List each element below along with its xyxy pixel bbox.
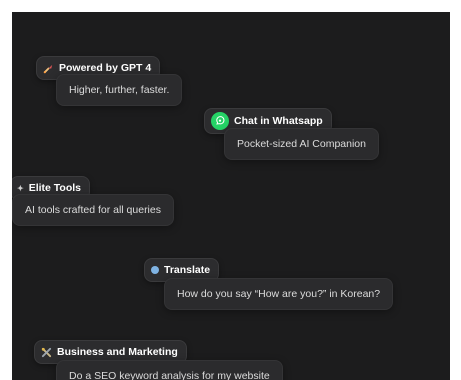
prompt-text: Higher, further, faster. xyxy=(69,84,170,96)
prompt-text: Pocket-sized AI Companion xyxy=(237,138,366,150)
rocket-icon xyxy=(43,63,54,74)
prompt-bubble[interactable]: Pocket-sized AI Companion xyxy=(224,128,379,160)
prompt-text: AI tools crafted for all queries xyxy=(25,204,161,216)
tag-label: Translate xyxy=(164,264,211,276)
tag-label: Elite Tools xyxy=(28,182,82,194)
tag-label: Powered by GPT 4 xyxy=(59,62,152,74)
sparkle-icon: ✦ xyxy=(17,183,24,193)
prompt-bubble[interactable]: Do a SEO keyword analysis for my website xyxy=(56,360,283,380)
prompt-bubble[interactable]: Higher, further, faster. xyxy=(56,74,183,106)
tag-label: Chat in Whatsapp xyxy=(234,115,323,127)
prompt-showcase: Powered by GPT 4 Higher, further, faster… xyxy=(12,12,450,380)
prompt-bubble[interactable]: AI tools crafted for all queries xyxy=(12,194,174,226)
globe-icon xyxy=(151,266,159,274)
tools-icon xyxy=(41,347,52,358)
prompt-text: How do you say “How are you?” in Korean? xyxy=(177,288,381,300)
prompt-text: Do a SEO keyword analysis for my website xyxy=(69,370,270,380)
tag-label: Business and Marketing xyxy=(57,346,178,358)
whatsapp-icon xyxy=(211,112,229,130)
prompt-bubble[interactable]: How do you say “How are you?” in Korean? xyxy=(164,278,394,310)
